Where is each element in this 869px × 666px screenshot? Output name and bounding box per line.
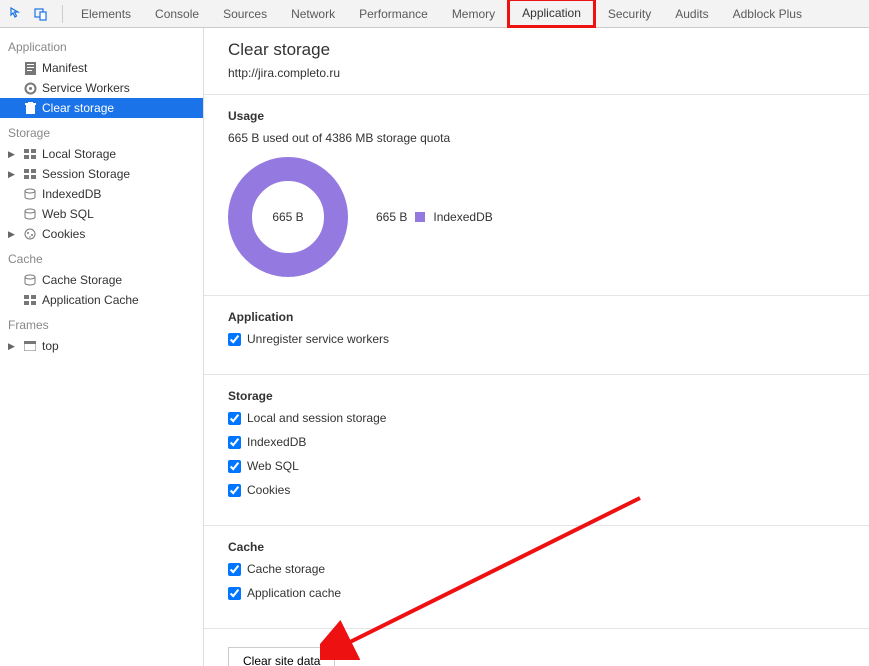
check-unregister-sw[interactable]: Unregister service workers [228, 332, 869, 346]
sidebar-group-storage: Storage [0, 118, 203, 144]
sidebar-item-cache-storage[interactable]: Cache Storage [0, 270, 203, 290]
checkbox[interactable] [228, 436, 241, 449]
panel-tabs: Elements Console Sources Network Perform… [69, 0, 814, 27]
check-label: Local and session storage [247, 411, 386, 425]
sidebar-item-label: Cache Storage [42, 273, 122, 287]
check-label: IndexedDB [247, 435, 306, 449]
sidebar-item-service-workers[interactable]: Service Workers [0, 78, 203, 98]
tab-memory[interactable]: Memory [440, 0, 507, 27]
sidebar-group-application: Application [0, 32, 203, 58]
chevron-right-icon: ▶ [8, 229, 18, 240]
chevron-right-icon: ▶ [8, 341, 18, 352]
tab-security[interactable]: Security [596, 0, 663, 27]
check-local-session[interactable]: Local and session storage [228, 411, 869, 425]
check-label: Cookies [247, 483, 290, 497]
chevron-right-icon: ▶ [8, 149, 18, 160]
panel-title: Clear storage [228, 40, 869, 60]
clear-site-data-button[interactable]: Clear site data [228, 647, 335, 666]
usage-text: 665 B used out of 4386 MB storage quota [228, 131, 869, 145]
sidebar-item-label: IndexedDB [42, 187, 101, 201]
grid-icon [22, 293, 38, 307]
check-cookies[interactable]: Cookies [228, 483, 869, 497]
sidebar-item-clear-storage[interactable]: Clear storage [0, 98, 203, 118]
frame-icon [22, 339, 38, 353]
sidebar-item-indexeddb[interactable]: IndexedDB [0, 184, 203, 204]
tab-elements[interactable]: Elements [69, 0, 143, 27]
sidebar-item-label: Session Storage [42, 167, 130, 181]
checkbox[interactable] [228, 333, 241, 346]
inspect-icon[interactable] [8, 5, 26, 23]
tab-sources[interactable]: Sources [211, 0, 279, 27]
check-label: Unregister service workers [247, 332, 389, 346]
cache-heading: Cache [228, 540, 869, 554]
tab-performance[interactable]: Performance [347, 0, 440, 27]
storage-section: Storage Local and session storage Indexe… [228, 375, 869, 525]
cookie-icon [22, 227, 38, 241]
database-icon [22, 207, 38, 221]
gear-icon [22, 81, 38, 95]
check-web-sql[interactable]: Web SQL [228, 459, 869, 473]
sidebar-group-cache: Cache [0, 244, 203, 270]
database-icon [22, 187, 38, 201]
device-toggle-icon[interactable] [32, 5, 50, 23]
storage-heading: Storage [228, 389, 869, 403]
sidebar: Application Manifest Service Workers Cle… [0, 28, 204, 666]
sidebar-item-label: Local Storage [42, 147, 116, 161]
usage-legend: 665 B IndexedDB [376, 210, 493, 224]
checkbox[interactable] [228, 563, 241, 576]
sidebar-item-label: Service Workers [42, 81, 130, 95]
document-icon [22, 61, 38, 75]
usage-section: Usage 665 B used out of 4386 MB storage … [228, 95, 869, 295]
legend-label: IndexedDB [433, 210, 492, 224]
sidebar-group-frames: Frames [0, 310, 203, 336]
grid-icon [22, 167, 38, 181]
trash-icon [22, 101, 38, 115]
usage-heading: Usage [228, 109, 869, 123]
grid-icon [22, 147, 38, 161]
check-label: Cache storage [247, 562, 325, 576]
check-label: Application cache [247, 586, 341, 600]
database-icon [22, 273, 38, 287]
tab-application[interactable]: Application [507, 0, 596, 28]
sidebar-item-application-cache[interactable]: Application Cache [0, 290, 203, 310]
checkbox[interactable] [228, 460, 241, 473]
checkbox[interactable] [228, 484, 241, 497]
checkbox[interactable] [228, 412, 241, 425]
check-cache-storage[interactable]: Cache storage [228, 562, 869, 576]
check-label: Web SQL [247, 459, 299, 473]
usage-donut-center: 665 B [228, 157, 348, 277]
sidebar-item-cookies[interactable]: ▶ Cookies [0, 224, 203, 244]
application-section: Application Unregister service workers [228, 296, 869, 374]
check-indexeddb[interactable]: IndexedDB [228, 435, 869, 449]
sidebar-item-label: Clear storage [42, 101, 114, 115]
panel-origin: http://jira.completo.ru [228, 66, 869, 80]
sidebar-item-web-sql[interactable]: Web SQL [0, 204, 203, 224]
sidebar-item-session-storage[interactable]: ▶ Session Storage [0, 164, 203, 184]
sidebar-item-label: Web SQL [42, 207, 94, 221]
check-application-cache[interactable]: Application cache [228, 586, 869, 600]
tab-adblock-plus[interactable]: Adblock Plus [721, 0, 814, 27]
sidebar-item-label: Cookies [42, 227, 85, 241]
sidebar-item-local-storage[interactable]: ▶ Local Storage [0, 144, 203, 164]
sidebar-item-label: Application Cache [42, 293, 139, 307]
tab-console[interactable]: Console [143, 0, 211, 27]
sidebar-item-manifest[interactable]: Manifest [0, 58, 203, 78]
tab-audits[interactable]: Audits [663, 0, 720, 27]
devtools-tabbar: Elements Console Sources Network Perform… [0, 0, 869, 28]
main-panel: Clear storage http://jira.completo.ru Us… [204, 28, 869, 666]
legend-swatch [415, 212, 425, 222]
application-heading: Application [228, 310, 869, 324]
chevron-right-icon: ▶ [8, 169, 18, 180]
cache-section: Cache Cache storage Application cache [228, 526, 869, 628]
sidebar-item-label: Manifest [42, 61, 87, 75]
separator [62, 5, 63, 23]
legend-value: 665 B [376, 210, 407, 224]
usage-donut-chart: 665 B [228, 157, 348, 277]
sidebar-item-label: top [42, 339, 59, 353]
checkbox[interactable] [228, 587, 241, 600]
sidebar-item-top-frame[interactable]: ▶ top [0, 336, 203, 356]
tab-network[interactable]: Network [279, 0, 347, 27]
